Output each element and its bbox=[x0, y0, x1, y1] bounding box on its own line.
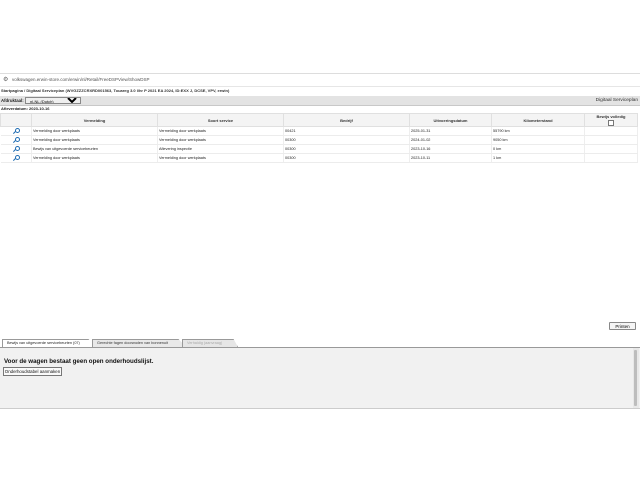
cell-bewijs bbox=[584, 144, 638, 154]
cell-soort-service: Vermelding door werkplaats bbox=[157, 126, 284, 136]
no-maintenance-message: Voor de wagen bestaat geen open onderhou… bbox=[4, 358, 154, 365]
col-bedrijf[interactable]: Bedrijf bbox=[283, 113, 410, 127]
magnifier-icon[interactable] bbox=[13, 137, 20, 143]
delivery-date: Afleverdatum: 2023-10-16 bbox=[1, 106, 50, 111]
cell-datum: 2025-01-31 bbox=[409, 126, 492, 136]
col-soort-service[interactable]: Soort service bbox=[157, 113, 284, 127]
cell-bedrijf: 00300 bbox=[283, 135, 410, 145]
cell-bedrijf: 00300 bbox=[283, 144, 410, 154]
table-row[interactable]: Vermelding door werkplaats Vermelding do… bbox=[0, 126, 638, 136]
cell-km: 0 km bbox=[491, 144, 585, 154]
magnifier-icon[interactable] bbox=[13, 146, 20, 152]
col-bewijs-volledig: Bewijs volledig bbox=[584, 113, 638, 127]
cell-vermelding: Vermelding door werkplaats bbox=[31, 153, 158, 163]
col-vermelding[interactable]: Vermelding bbox=[31, 113, 158, 127]
cell-soort-service: Vermelding door werkplaats bbox=[157, 135, 284, 145]
tab-disabled: Verhaldig (aanvraag) bbox=[182, 339, 238, 347]
create-maintenance-table-button[interactable]: Onderhoudstabel aanmaken bbox=[3, 367, 62, 376]
col-icon bbox=[0, 113, 32, 127]
cell-bedrijf: 00421 bbox=[283, 126, 410, 136]
cell-vermelding: Vermelding door werkplaats bbox=[31, 135, 158, 145]
cell-bewijs bbox=[584, 135, 638, 145]
cell-vermelding: Bewijs van uitgevoerde servicebeurten bbox=[31, 144, 158, 154]
cell-datum: 2023-10-11 bbox=[409, 153, 492, 163]
cell-bedrijf: 00300 bbox=[283, 153, 410, 163]
magnifier-icon[interactable] bbox=[13, 128, 20, 134]
table-row[interactable]: Vermelding door werkplaats Vermelding do… bbox=[0, 135, 638, 145]
print-language-select[interactable]: nl-NL (Dutch) bbox=[25, 97, 81, 104]
cell-datum: 2024-01-02 bbox=[409, 135, 492, 145]
cell-soort-service: Aflevering inspectie bbox=[157, 144, 284, 154]
col-kilometerstand[interactable]: Kilometerstand bbox=[491, 113, 585, 127]
service-table: Vermelding Soort service Bedrijf Uitvoer… bbox=[0, 113, 638, 163]
print-button[interactable]: Printen bbox=[609, 322, 636, 330]
magnifier-icon[interactable] bbox=[13, 155, 20, 161]
address-bar[interactable]: ⚙ volkswagen.erwin-store.com/erwin/nl/Re… bbox=[0, 73, 640, 87]
tab-requests[interactable]: Gerechte fagen doorwoden van bonnenuit bbox=[92, 339, 186, 347]
cell-km: 9050 km bbox=[491, 135, 585, 145]
breadcrumb: Startpagina / Digitaal Serviceplan (WVGZ… bbox=[1, 88, 230, 93]
select-all-checkbox[interactable] bbox=[608, 120, 614, 126]
cell-soort-service: Vermelding door werkplaats bbox=[157, 153, 284, 163]
tab-bar: Bewijs van uitgevoerde servicebeurten (0… bbox=[0, 339, 640, 348]
col-bewijs-volledig-label: Bewijs volledig bbox=[596, 114, 626, 119]
page-title: Digitaal Serviceplan bbox=[595, 98, 638, 103]
url-text[interactable]: volkswagen.erwin-store.com/erwin/nl/Reta… bbox=[12, 77, 149, 83]
cell-datum: 2023-10-16 bbox=[409, 144, 492, 154]
toolbar: Afdruktaal: nl-NL (Dutch) Digitaal Servi… bbox=[0, 96, 640, 106]
table-row[interactable]: Bewijs van uitgevoerde servicebeurten Af… bbox=[0, 144, 638, 154]
tab-service-proof[interactable]: Bewijs van uitgevoerde servicebeurten (0… bbox=[2, 339, 96, 347]
tab-panel: Voor de wagen bestaat geen open onderhou… bbox=[0, 348, 640, 409]
table-header-row: Vermelding Soort service Bedrijf Uitvoer… bbox=[0, 113, 638, 127]
cell-vermelding: Vermelding door werkplaats bbox=[31, 126, 158, 136]
cell-km: 1 km bbox=[491, 153, 585, 163]
cell-bewijs bbox=[584, 153, 638, 163]
print-language-label: Afdruktaal: bbox=[1, 98, 24, 103]
panel-scrollbar[interactable] bbox=[633, 348, 639, 408]
site-settings-icon[interactable]: ⚙ bbox=[3, 77, 9, 83]
cell-bewijs bbox=[584, 126, 638, 136]
scrollbar-thumb[interactable] bbox=[634, 350, 637, 406]
table-row[interactable]: Vermelding door werkplaats Vermelding do… bbox=[0, 153, 638, 163]
cell-km: 55790 km bbox=[491, 126, 585, 136]
col-uitvoeringsdatum[interactable]: Uitvoeringsdatum bbox=[409, 113, 492, 127]
